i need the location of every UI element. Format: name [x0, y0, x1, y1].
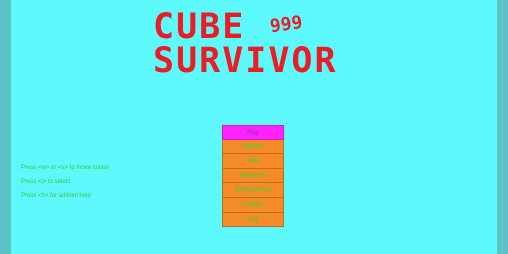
menu-item-help[interactable]: Help — [222, 154, 284, 169]
menu-item-play[interactable]: Play — [222, 125, 284, 140]
title-badge: 999 — [268, 11, 304, 38]
title-line-2: SURVIVOR — [153, 41, 338, 81]
menu-item-options[interactable]: Options — [222, 139, 284, 155]
menu-item-quit[interactable]: Quit — [222, 212, 284, 228]
game-title: CUBE SURVIVOR — [153, 7, 338, 81]
menu-item-achievements[interactable]: Achievements — [222, 183, 284, 198]
help-line-select: Press <j> to select — [21, 179, 71, 185]
main-menu: Play Options Help Highscore Achievements… — [222, 125, 284, 228]
help-line-aditional: Press <h> for aditionl help — [21, 193, 91, 199]
left-border — [0, 0, 11, 254]
menu-item-highscore[interactable]: Highscore — [222, 168, 284, 184]
help-text: Press <w> or <s> to move cursor Press <j… — [21, 165, 109, 207]
title-line-1: CUBE — [153, 7, 246, 47]
help-line-move: Press <w> or <s> to move cursor — [21, 165, 110, 171]
menu-item-credits[interactable]: Credits — [222, 197, 284, 213]
right-border — [497, 0, 508, 254]
